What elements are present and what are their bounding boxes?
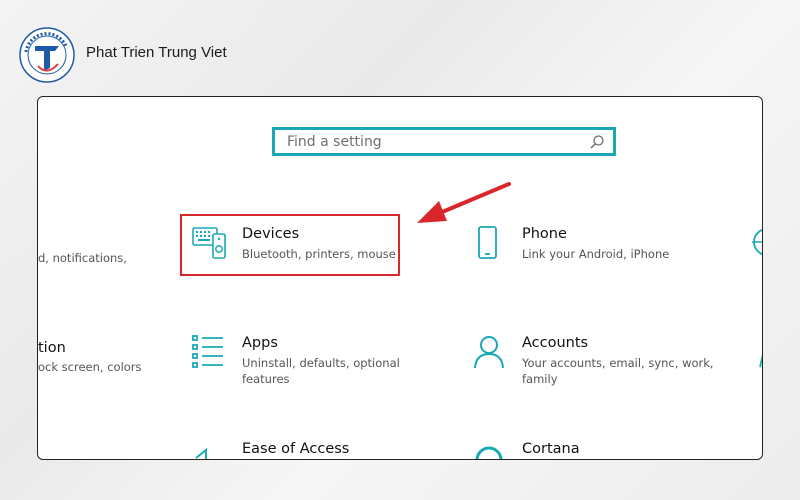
cortana-icon bbox=[475, 446, 503, 459]
personalization-desc-partial: ock screen, colors bbox=[38, 360, 142, 374]
cortana-label: Cortana bbox=[522, 441, 580, 457]
language-icon bbox=[759, 354, 762, 368]
brand: Phat Trien Trung Viet bbox=[18, 26, 227, 84]
ease-of-access-label: Ease of Access bbox=[242, 441, 350, 457]
globe-icon bbox=[752, 229, 762, 255]
search-input[interactable] bbox=[285, 132, 589, 151]
phone-desc: Link your Android, iPhone bbox=[522, 247, 670, 261]
search-box[interactable] bbox=[272, 127, 616, 156]
ease-of-access-icon bbox=[195, 447, 207, 459]
red-arrow-icon bbox=[417, 182, 511, 223]
apps-label: Apps bbox=[242, 335, 278, 351]
devices-highlight-box bbox=[180, 214, 400, 276]
search-icon[interactable] bbox=[589, 134, 605, 150]
system-desc-partial: d, notifications, bbox=[38, 251, 127, 265]
phone-label: Phone bbox=[522, 226, 567, 242]
phone-icon bbox=[478, 226, 497, 259]
settings-window: d, notifications, tion ock screen, color… bbox=[37, 96, 763, 460]
apps-icon bbox=[192, 335, 223, 368]
accounts-label: Accounts bbox=[522, 335, 589, 351]
brand-name: Phat Trien Trung Viet bbox=[86, 43, 227, 61]
apps-desc: Uninstall, defaults, optional features bbox=[242, 356, 400, 386]
brand-logo-icon bbox=[19, 27, 75, 83]
accounts-desc: Your accounts, email, sync, work, family bbox=[522, 356, 714, 386]
personalization-name-partial: tion bbox=[38, 340, 66, 356]
accounts-icon bbox=[474, 336, 504, 369]
